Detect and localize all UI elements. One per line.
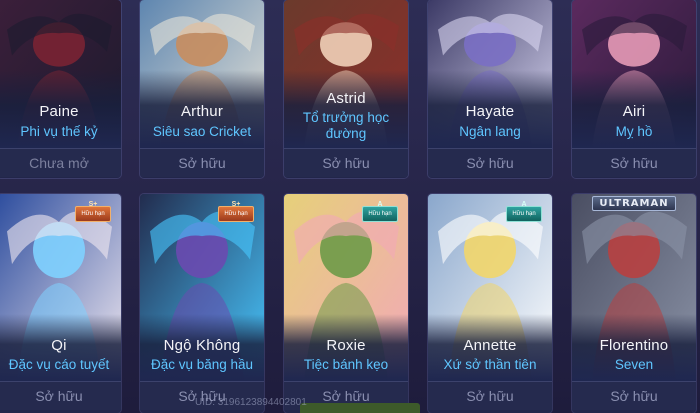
rarity-tier: S+ [231, 201, 241, 208]
skin-grid: Paine Phi vụ thế kỷ Chưa mở Arthur Siêu sao … [0, 0, 700, 413]
owned-status: Sở hữu [284, 149, 408, 177]
owned-status: Sở hữu [428, 382, 552, 410]
owned-status: Sở hữu [0, 382, 121, 410]
owned-status: Sở hữu [572, 382, 696, 410]
rarity-badge: S+ Hữu hạn [218, 201, 254, 222]
skin-card-annette[interactable]: A Hữu hạn Annette Xứ sở thần tiên Sở hữu [428, 194, 552, 413]
owned-status: Sở hữu [572, 149, 696, 177]
skin-name: Seven [614, 357, 654, 372]
locked-status: Chưa mở [0, 149, 121, 177]
hero-name: Ngộ Không [163, 337, 241, 354]
hero-name: Annette [463, 337, 517, 354]
skin-card-astrid[interactable]: Astrid Tổ trưởng học đường Sở hữu [284, 0, 408, 178]
skin-name: Tiệc bánh kẹo [303, 357, 389, 372]
rarity-label: Hữu hạn [81, 211, 105, 217]
hero-name: Arthur [180, 103, 224, 120]
hero-name: Roxie [326, 337, 366, 354]
hero-name: Hayate [465, 103, 515, 120]
skin-name: Đặc vụ cáo tuyết [8, 357, 110, 372]
skin-name: Mỵ hồ [615, 124, 653, 139]
skin-name: Ngân lang [459, 124, 521, 139]
bottom-decoration [300, 403, 420, 413]
skin-name: Xứ sở thần tiên [443, 357, 537, 372]
hero-name: Florentino [599, 337, 669, 354]
skin-card-paine[interactable]: Paine Phi vụ thế kỷ Chưa mở [0, 0, 121, 178]
owned-status: Sở hữu [140, 149, 264, 177]
rarity-tier: A [521, 201, 527, 208]
skin-name: Phi vụ thế kỷ [20, 124, 98, 139]
skin-name: Đặc vụ băng hầu [150, 357, 254, 372]
skin-card-roxie[interactable]: A Hữu hạn Roxie Tiệc bánh kẹo Sở hữu [284, 194, 408, 413]
skin-card-airi[interactable]: Airi Mỵ hồ Sở hữu [572, 0, 696, 178]
skin-card-qi[interactable]: S+ Hữu hạn Qi Đặc vụ cáo tuyết Sở hữu [0, 194, 121, 413]
rarity-tier: S+ [88, 201, 98, 208]
user-id-watermark: UID: 3196123894402801 [195, 397, 307, 408]
collab-banner: ULTRAMAN [572, 196, 696, 211]
skin-name: Tổ trưởng học đường [302, 110, 390, 141]
skin-card-hayate[interactable]: Hayate Ngân lang Sở hữu [428, 0, 552, 178]
hero-name: Paine [39, 103, 79, 120]
skin-card-florentino[interactable]: ULTRAMAN Florentino Seven Sở hữu [572, 194, 696, 413]
skin-card-arthur[interactable]: Arthur Siêu sao Cricket Sở hữu [140, 0, 264, 178]
skin-card-ngộ-không[interactable]: S+ Hữu hạn Ngộ Không Đặc vụ băng hầu Sở hữu [140, 194, 264, 413]
hero-name: Astrid [326, 90, 366, 107]
rarity-tier: A [377, 201, 383, 208]
owned-status: Sở hữu [428, 149, 552, 177]
skin-name: Siêu sao Cricket [152, 124, 252, 139]
rarity-badge: A Hữu hạn [506, 201, 542, 222]
rarity-label: Hữu hạn [512, 211, 536, 217]
rarity-label: Hữu hạn [368, 211, 392, 217]
rarity-label: Hữu hạn [224, 211, 248, 217]
rarity-badge: S+ Hữu hạn [75, 201, 111, 222]
rarity-badge: A Hữu hạn [362, 201, 398, 222]
hero-name: Airi [622, 103, 646, 120]
hero-name: Qi [51, 337, 67, 354]
